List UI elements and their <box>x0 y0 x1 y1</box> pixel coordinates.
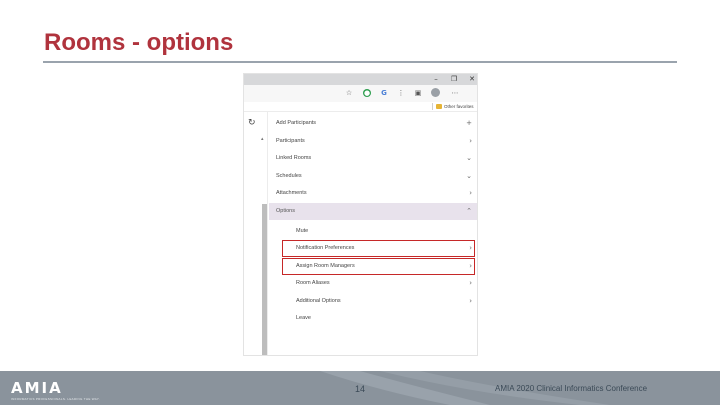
apps-grid-icon[interactable]: ⋮ <box>397 89 405 97</box>
minimize-icon[interactable]: – <box>431 74 441 85</box>
reload-icon[interactable]: ↻ <box>248 118 256 128</box>
submenu-item-label: Room Aliases <box>296 280 330 286</box>
menu-item-label: Schedules <box>276 173 302 179</box>
chevron-right-icon: › <box>469 279 472 287</box>
collections-icon[interactable]: ▣ <box>414 89 422 97</box>
close-icon[interactable]: ✕ <box>467 74 477 85</box>
chevron-down-icon: ⌄ <box>466 172 472 180</box>
chevron-right-icon: › <box>469 297 472 305</box>
submenu-item-room-aliases[interactable]: Room Aliases › <box>269 275 477 292</box>
room-settings-panel: Add Participants + Participants › Linked… <box>269 112 477 355</box>
chevron-up-icon: ⌃ <box>466 207 472 215</box>
folder-icon[interactable] <box>436 104 442 109</box>
highlight-box-notification-preferences <box>282 240 475 257</box>
menu-item-label: Add Participants <box>276 120 317 126</box>
maximize-icon[interactable]: ❐ <box>449 74 459 85</box>
bookmarks-bar: Other favorites <box>244 102 477 112</box>
chevron-right-icon: › <box>469 137 472 145</box>
scroll-up-icon[interactable]: ▴ <box>261 136 264 142</box>
submenu-item-label: Additional Options <box>296 298 341 304</box>
title-divider <box>43 61 677 63</box>
menu-item-options[interactable]: Options ⌃ <box>269 203 477 220</box>
bookmark-other-favorites[interactable]: Other favorites <box>444 103 474 110</box>
bookmark-separator <box>432 103 433 110</box>
amia-logo: AMIA <box>11 379 63 397</box>
menu-item-attachments[interactable]: Attachments › <box>269 185 477 202</box>
menu-item-label: Options <box>276 208 295 214</box>
menu-item-label: Participants <box>276 138 305 144</box>
browser-screenshot: – ❐ ✕ ☆ ● G ⋮ ▣ ⋯ Other favorites ↻ ▴ Ad… <box>243 73 478 356</box>
chevron-down-icon: ⌄ <box>466 154 472 162</box>
menu-item-add-participants[interactable]: Add Participants + <box>269 115 477 132</box>
submenu-item-label: Mute <box>296 228 309 234</box>
menu-item-label: Attachments <box>276 190 307 196</box>
star-icon[interactable]: ☆ <box>345 89 353 97</box>
submenu-item-mute[interactable]: Mute <box>269 223 477 240</box>
profile-avatar-icon[interactable] <box>431 88 440 97</box>
chevron-right-icon: › <box>469 189 472 197</box>
menu-item-schedules[interactable]: Schedules ⌄ <box>269 168 477 185</box>
page-number: 14 <box>355 384 366 394</box>
amia-logo-tagline: INFORMATICS PROFESSIONALS. LEADING THE W… <box>11 397 100 401</box>
menu-item-linked-rooms[interactable]: Linked Rooms ⌄ <box>269 150 477 167</box>
submenu-item-additional-options[interactable]: Additional Options › <box>269 293 477 310</box>
extension-green-icon[interactable]: ● <box>363 89 371 97</box>
plus-icon: + <box>466 119 472 127</box>
menu-item-participants[interactable]: Participants › <box>269 133 477 150</box>
submenu-item-label: Leave <box>296 315 311 321</box>
highlight-box-assign-room-managers <box>282 258 475 275</box>
browser-toolbar: ☆ ● G ⋮ ▣ ⋯ <box>244 85 477 102</box>
more-menu-icon[interactable]: ⋯ <box>451 89 459 97</box>
slide-title: Rooms - options <box>44 29 234 56</box>
left-sidebar: ↻ ▴ <box>244 112 268 355</box>
google-icon[interactable]: G <box>380 89 388 97</box>
menu-item-label: Linked Rooms <box>276 155 312 161</box>
submenu-item-leave[interactable]: Leave <box>269 310 477 327</box>
conference-name: AMIA 2020 Clinical Informatics Conferenc… <box>495 384 648 393</box>
scrollbar[interactable] <box>262 204 267 355</box>
window-titlebar: – ❐ ✕ <box>244 74 477 85</box>
